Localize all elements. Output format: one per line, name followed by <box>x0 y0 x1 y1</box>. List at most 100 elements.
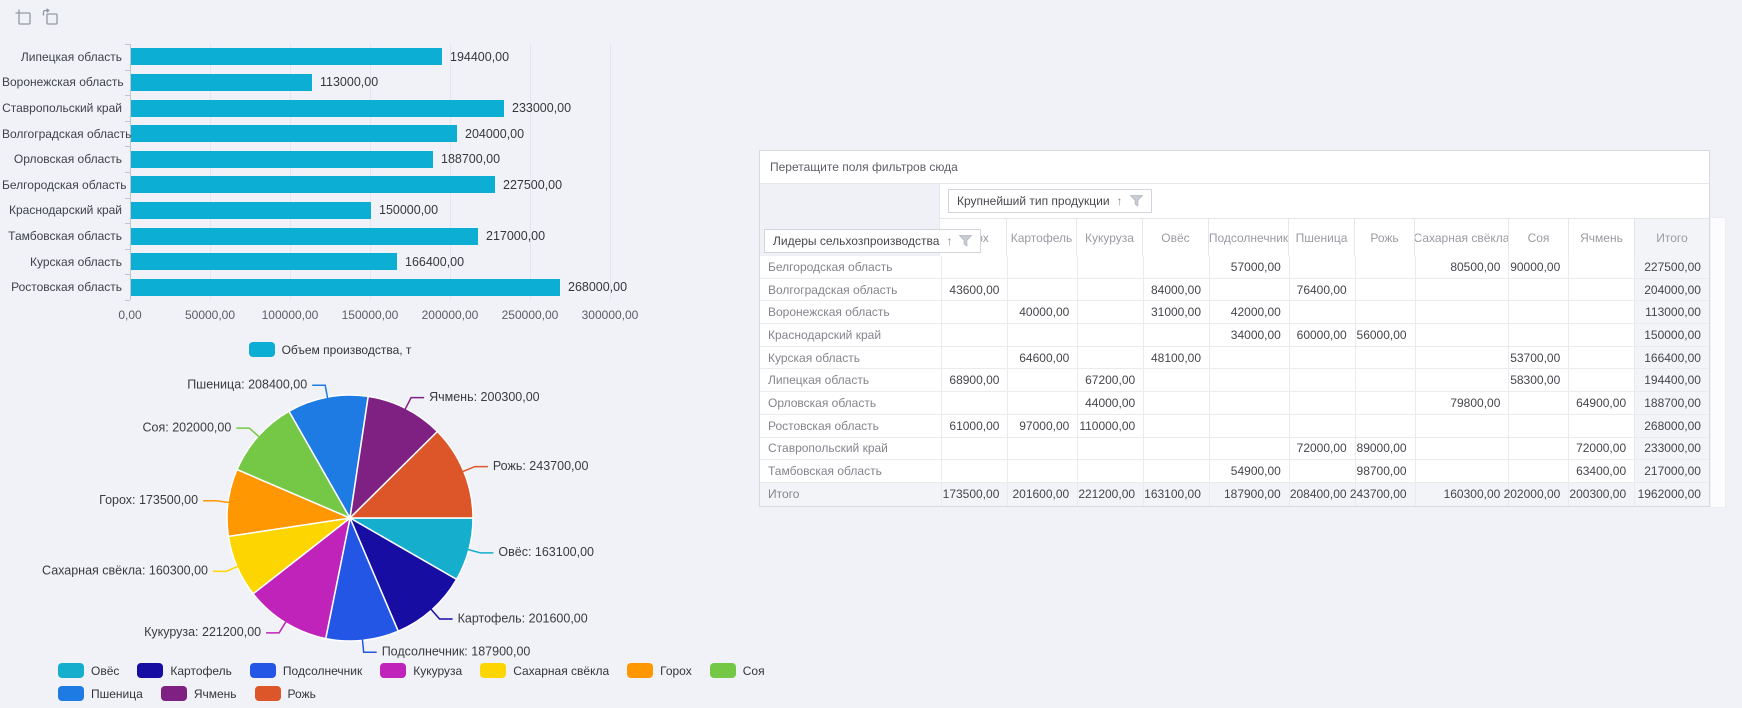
pivot-cell[interactable]: 79800,00 <box>1415 392 1509 414</box>
pivot-cell[interactable] <box>1209 279 1289 301</box>
pivot-cell[interactable]: 173500,00 <box>942 483 1008 506</box>
pivot-cell[interactable]: 217000,00 <box>1634 460 1709 482</box>
pivot-cell[interactable]: 42000,00 <box>1209 301 1289 323</box>
pivot-column-header[interactable]: Ячмень <box>1568 219 1634 256</box>
pivot-cell[interactable]: 68900,00 <box>942 369 1008 391</box>
pivot-cell[interactable]: 61000,00 <box>942 415 1008 437</box>
pivot-cell[interactable]: 64900,00 <box>1568 392 1634 414</box>
pivot-cell[interactable]: 113000,00 <box>1634 301 1709 323</box>
pivot-cell[interactable] <box>1355 392 1415 414</box>
pivot-cell[interactable] <box>1077 279 1143 301</box>
pivot-cell[interactable]: 63400,00 <box>1568 460 1634 482</box>
pivot-cell[interactable]: 48100,00 <box>1143 347 1209 369</box>
pivot-cell[interactable]: 56000,00 <box>1355 324 1415 346</box>
pivot-cell[interactable] <box>1007 279 1077 301</box>
pivot-cell[interactable] <box>1508 301 1568 323</box>
pivot-cell[interactable] <box>1289 347 1355 369</box>
pivot-cell[interactable] <box>1209 438 1289 460</box>
pivot-column-header[interactable]: Овёс <box>1142 219 1208 256</box>
pivot-cell[interactable] <box>1289 392 1355 414</box>
pivot-cell[interactable] <box>1415 301 1509 323</box>
pivot-cell[interactable] <box>942 438 1008 460</box>
pivot-cell[interactable] <box>1143 369 1209 391</box>
pivot-cell[interactable]: 208400,00 <box>1289 483 1355 506</box>
pivot-cell[interactable] <box>1077 460 1143 482</box>
pivot-cell[interactable]: 227500,00 <box>1634 256 1709 278</box>
pivot-cell[interactable]: 43600,00 <box>942 279 1008 301</box>
pivot-cell[interactable] <box>942 392 1008 414</box>
pivot-cell[interactable] <box>1007 438 1077 460</box>
pivot-cell[interactable] <box>1007 460 1077 482</box>
filter-drop-area[interactable]: Перетащите поля фильтров сюда <box>760 151 1709 184</box>
pivot-column-header[interactable]: Пшеница <box>1288 219 1354 256</box>
pivot-cell[interactable]: 160300,00 <box>1415 483 1509 506</box>
filter-icon[interactable] <box>959 235 972 247</box>
pivot-cell[interactable] <box>1568 369 1634 391</box>
pivot-cell[interactable] <box>1077 438 1143 460</box>
pivot-cell[interactable] <box>1508 279 1568 301</box>
pivot-cell[interactable] <box>1209 392 1289 414</box>
pivot-cell[interactable]: 54900,00 <box>1209 460 1289 482</box>
pivot-cell[interactable] <box>942 324 1008 346</box>
bar[interactable] <box>131 228 478 245</box>
pivot-cell[interactable] <box>1209 347 1289 369</box>
pivot-column-header[interactable]: Итого <box>1634 219 1709 256</box>
pivot-cell[interactable] <box>1355 301 1415 323</box>
pivot-cell[interactable] <box>1355 256 1415 278</box>
pivot-cell[interactable] <box>1508 438 1568 460</box>
pivot-column-header[interactable]: Картофель <box>1006 219 1076 256</box>
pivot-cell[interactable] <box>1077 301 1143 323</box>
pivot-cell[interactable] <box>1508 324 1568 346</box>
pivot-cell[interactable]: 166400,00 <box>1634 347 1709 369</box>
pivot-cell[interactable]: 200300,00 <box>1568 483 1634 506</box>
pivot-cell[interactable]: 150000,00 <box>1634 324 1709 346</box>
pivot-cell[interactable]: 233000,00 <box>1634 438 1709 460</box>
pivot-cell[interactable]: 72000,00 <box>1289 438 1355 460</box>
pivot-cell[interactable] <box>1568 415 1634 437</box>
pivot-row-header[interactable]: Воронежская область <box>760 301 942 323</box>
pivot-cell[interactable] <box>1289 415 1355 437</box>
pivot-cell[interactable]: 90000,00 <box>1508 256 1568 278</box>
pivot-row-header[interactable]: Липецкая область <box>760 369 942 391</box>
pivot-column-header[interactable]: Соя <box>1508 219 1568 256</box>
pivot-cell[interactable] <box>1143 324 1209 346</box>
pivot-cell[interactable]: 243700,00 <box>1355 483 1415 506</box>
pivot-cell[interactable] <box>942 301 1008 323</box>
pivot-cell[interactable]: 89000,00 <box>1355 438 1415 460</box>
pivot-cell[interactable] <box>1415 415 1509 437</box>
pivot-cell[interactable]: 72000,00 <box>1568 438 1634 460</box>
bar[interactable] <box>131 279 560 296</box>
pivot-cell[interactable] <box>1289 460 1355 482</box>
pivot-cell[interactable]: 194400,00 <box>1634 369 1709 391</box>
pivot-cell[interactable]: 202000,00 <box>1508 483 1568 506</box>
pivot-cell[interactable]: 67200,00 <box>1077 369 1143 391</box>
pivot-cell[interactable] <box>1077 347 1143 369</box>
pivot-row-header[interactable]: Белгородская область <box>760 256 942 278</box>
pivot-cell[interactable] <box>942 347 1008 369</box>
pivot-cell[interactable]: 110000,00 <box>1077 415 1143 437</box>
pivot-cell[interactable]: 97000,00 <box>1007 415 1077 437</box>
pivot-cell[interactable]: 1962000,00 <box>1634 483 1709 506</box>
pivot-cell[interactable] <box>1355 369 1415 391</box>
pivot-cell[interactable] <box>1568 279 1634 301</box>
pivot-cell[interactable] <box>1355 415 1415 437</box>
pivot-cell[interactable] <box>1415 369 1509 391</box>
pivot-cell[interactable] <box>942 256 1008 278</box>
filter-icon[interactable] <box>1130 195 1143 207</box>
bar[interactable] <box>131 253 397 270</box>
pivot-cell[interactable] <box>1415 324 1509 346</box>
pivot-cell[interactable]: 268000,00 <box>1634 415 1709 437</box>
pivot-cell[interactable] <box>1143 256 1209 278</box>
pivot-cell[interactable] <box>1568 347 1634 369</box>
pivot-cell[interactable]: 34000,00 <box>1209 324 1289 346</box>
pivot-cell[interactable] <box>1143 392 1209 414</box>
pivot-cell[interactable] <box>1568 256 1634 278</box>
pivot-cell[interactable]: 60000,00 <box>1289 324 1355 346</box>
pivot-cell[interactable]: 58300,00 <box>1508 369 1568 391</box>
bar[interactable] <box>131 48 442 65</box>
pivot-row-header[interactable]: Итого <box>760 483 942 506</box>
pivot-cell[interactable]: 76400,00 <box>1289 279 1355 301</box>
pivot-cell[interactable] <box>1568 301 1634 323</box>
pivot-cell[interactable] <box>1143 460 1209 482</box>
pivot-row-header[interactable]: Орловская область <box>760 392 942 414</box>
